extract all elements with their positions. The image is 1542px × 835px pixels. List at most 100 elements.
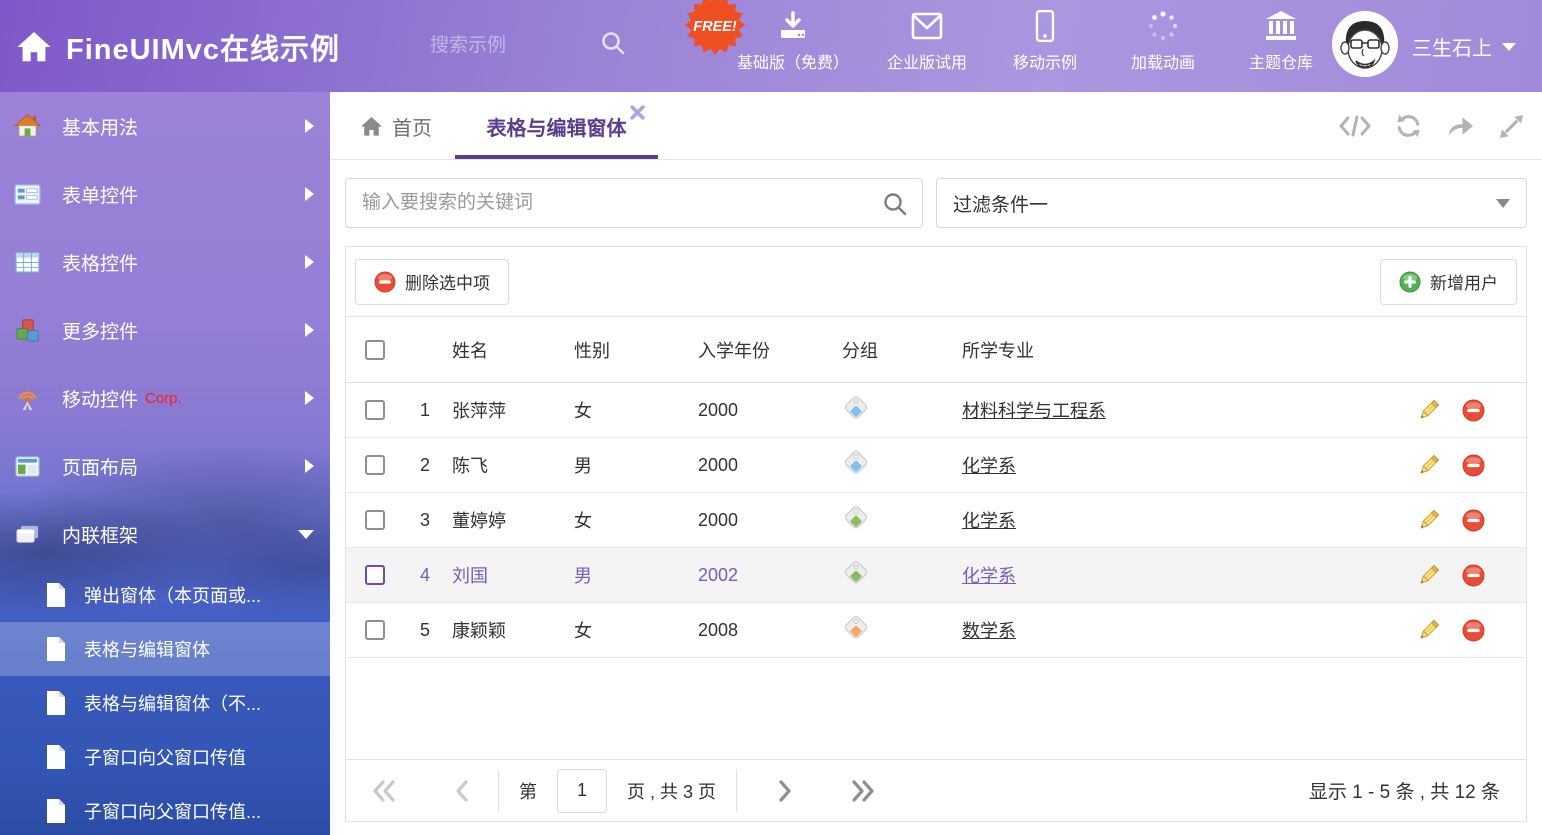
- edit-row-icon[interactable]: [1417, 619, 1440, 642]
- next-page-button[interactable]: [779, 780, 793, 802]
- nav-item-basic-free[interactable]: 基础版（免费）: [718, 10, 868, 73]
- major-link[interactable]: 化学系: [962, 456, 1016, 476]
- nav-item-loading-animations[interactable]: 加载动画: [1104, 10, 1222, 73]
- remove-icon: [374, 271, 396, 293]
- app-window: FineUIMvc在线示例 FREE! 基础版（免费）: [0, 0, 1542, 835]
- expand-icon[interactable]: [1499, 114, 1524, 139]
- sidebar-item-mobile-controls[interactable]: 移动控件 Corp.: [0, 364, 330, 432]
- source-code-icon[interactable]: [1339, 114, 1371, 138]
- column-header-name[interactable]: 姓名: [444, 337, 566, 363]
- row-checkbox[interactable]: [365, 455, 385, 475]
- delete-row-icon[interactable]: [1462, 399, 1485, 422]
- major-link[interactable]: 材料科学与工程系: [962, 401, 1106, 421]
- keyword-search-input[interactable]: [346, 179, 922, 227]
- user-avatar[interactable]: [1332, 11, 1398, 77]
- sidebar-subitem-grid-edit-window[interactable]: 表格与编辑窗体: [0, 622, 330, 676]
- record-count-summary: 显示 1 - 5 条 , 共 12 条: [1309, 777, 1500, 804]
- sidebar-item-more-controls[interactable]: 更多控件: [0, 296, 330, 364]
- row-checkbox[interactable]: [365, 565, 385, 585]
- sidebar-subitem-grid-edit-window-2[interactable]: 表格与编辑窗体（不...: [0, 676, 330, 730]
- cell-gender: 女: [566, 397, 690, 423]
- chevron-down-icon: [1496, 199, 1510, 208]
- table-row-selected[interactable]: 4 刘国 男 2002 化学系: [346, 548, 1526, 603]
- page-number-input[interactable]: [557, 769, 607, 813]
- nav-item-enterprise-trial[interactable]: 企业版试用: [868, 10, 986, 73]
- edit-row-icon[interactable]: [1417, 509, 1440, 532]
- sidebar-subitem-label: 表格与编辑窗体: [84, 636, 210, 662]
- row-checkbox[interactable]: [365, 620, 385, 640]
- cell-gender: 女: [566, 617, 690, 643]
- first-page-button[interactable]: [372, 780, 396, 802]
- last-page-button[interactable]: [851, 780, 875, 802]
- table-row[interactable]: 3 董婷婷 女 2000 化学系: [346, 493, 1526, 548]
- nav-label: 加载动画: [1131, 49, 1195, 73]
- sidebar-item-label: 页面布局: [62, 453, 138, 480]
- cell-name: 董婷婷: [444, 507, 566, 533]
- sidebar-item-label: 表格控件: [62, 249, 138, 276]
- top-header: FineUIMvc在线示例 FREE! 基础版（免费）: [0, 0, 1542, 92]
- sidebar-item-basic-usage[interactable]: 基本用法: [0, 92, 330, 160]
- table-row[interactable]: 2 陈飞 男 2000 化学系: [346, 438, 1526, 493]
- row-checkbox[interactable]: [365, 400, 385, 420]
- home-icon: [16, 30, 52, 64]
- filter-dropdown-value: 过滤条件一: [953, 190, 1048, 217]
- chevron-right-icon: [305, 391, 314, 405]
- tab-grid-edit-window[interactable]: 表格与编辑窗体: [455, 92, 658, 160]
- delete-row-icon[interactable]: [1462, 619, 1485, 642]
- delete-row-icon[interactable]: [1462, 564, 1485, 587]
- major-link[interactable]: 化学系: [962, 511, 1016, 531]
- cell-gender: 男: [566, 452, 690, 478]
- delete-row-icon[interactable]: [1462, 454, 1485, 477]
- search-icon[interactable]: [882, 191, 908, 217]
- chevron-down-icon: [298, 530, 314, 539]
- column-header-major[interactable]: 所学专业: [954, 337, 1376, 363]
- add-user-button[interactable]: 新增用户: [1380, 259, 1517, 305]
- antenna-icon: [14, 385, 41, 412]
- tab-home[interactable]: 首页: [360, 92, 432, 160]
- header-search-input[interactable]: [430, 30, 595, 62]
- table-icon: [14, 249, 41, 276]
- app-logo[interactable]: FineUIMvc在线示例: [16, 26, 340, 68]
- file-icon: [44, 690, 68, 716]
- search-icon[interactable]: [600, 30, 626, 56]
- delete-row-icon[interactable]: [1462, 509, 1485, 532]
- sidebar-subitem-popup-window[interactable]: 弹出窗体（本页面或...: [0, 568, 330, 622]
- row-number: 2: [404, 455, 444, 476]
- table-row[interactable]: 1 张萍萍 女 2000 材料科学与工程系: [346, 383, 1526, 438]
- column-header-group[interactable]: 分组: [834, 337, 954, 363]
- edit-row-icon[interactable]: [1417, 399, 1440, 422]
- refresh-icon[interactable]: [1395, 113, 1422, 139]
- edit-row-icon[interactable]: [1417, 564, 1440, 587]
- filter-dropdown[interactable]: 过滤条件一: [936, 178, 1527, 228]
- page-label-suffix: 页 , 共 3 页: [627, 778, 716, 804]
- house-icon: [14, 113, 41, 140]
- edit-row-icon[interactable]: [1417, 454, 1440, 477]
- share-icon[interactable]: [1446, 114, 1475, 138]
- sidebar-item-page-layout[interactable]: 页面布局: [0, 432, 330, 500]
- major-link[interactable]: 化学系: [962, 566, 1016, 586]
- filter-bar: 过滤条件一: [330, 160, 1542, 246]
- column-header-gender[interactable]: 性别: [566, 337, 690, 363]
- close-icon[interactable]: [630, 105, 645, 120]
- row-checkbox[interactable]: [365, 510, 385, 530]
- sidebar-item-iframe[interactable]: 内联框架: [0, 500, 330, 568]
- cell-year: 2000: [690, 400, 834, 421]
- sidebar-subitem-label: 子窗口向父窗口传值...: [84, 798, 261, 824]
- user-menu[interactable]: 三生石上: [1412, 32, 1516, 61]
- pagination-bar: 第 页 , 共 3 页 显示 1 - 5 条 , 共 12 条: [346, 759, 1526, 821]
- sidebar-item-form-controls[interactable]: 表单控件: [0, 160, 330, 228]
- prev-page-button[interactable]: [454, 780, 468, 802]
- cell-year: 2008: [690, 620, 834, 641]
- column-header-year[interactable]: 入学年份: [690, 337, 834, 363]
- add-user-label: 新增用户: [1430, 269, 1498, 294]
- sidebar-subitem-child-to-parent[interactable]: 子窗口向父窗口传值: [0, 730, 330, 784]
- sidebar-subitem-child-to-parent-2[interactable]: 子窗口向父窗口传值...: [0, 784, 330, 835]
- select-all-checkbox[interactable]: [365, 340, 385, 360]
- major-link[interactable]: 数学系: [962, 621, 1016, 641]
- sidebar-item-grid-controls[interactable]: 表格控件: [0, 228, 330, 296]
- cell-year: 2002: [690, 565, 834, 586]
- nav-item-theme-repo[interactable]: 主题仓库: [1222, 10, 1340, 73]
- nav-item-mobile-demo[interactable]: 移动示例: [986, 10, 1104, 73]
- table-row[interactable]: 5 康颖颖 女 2008 数学系: [346, 603, 1526, 658]
- delete-selected-button[interactable]: 删除选中项: [355, 259, 509, 305]
